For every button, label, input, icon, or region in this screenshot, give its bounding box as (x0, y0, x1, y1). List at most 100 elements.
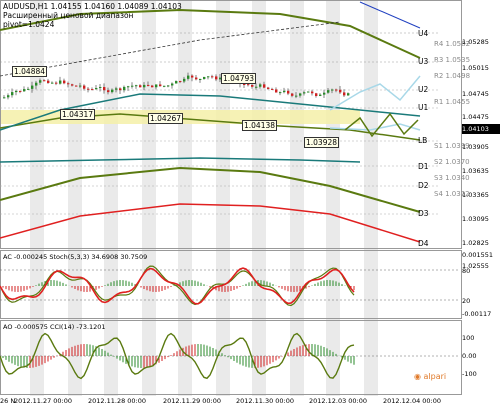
price-box-low4: 1.03928 (304, 137, 340, 148)
candle-body (43, 80, 46, 82)
candle-body (75, 85, 78, 87)
range-note: Расширенный ценовой диапазон (3, 11, 134, 20)
session-band (290, 0, 304, 396)
candle-body (315, 93, 318, 96)
candle-body (91, 89, 94, 91)
price-tick: 1.03635 (462, 167, 489, 175)
candle-body (15, 90, 18, 93)
level-U1: U1 (418, 103, 429, 112)
ao-axis-0: 0.00 (462, 352, 477, 360)
candle-body (199, 78, 202, 80)
level-S3: S3 1.0340 (434, 174, 470, 182)
price-box-low3: 1.04138 (242, 120, 278, 131)
level-LB: LB (418, 136, 428, 145)
brand-label: alpari (423, 372, 447, 381)
candle-body (55, 82, 58, 84)
candle-body (83, 85, 86, 89)
candle-body (255, 86, 258, 88)
time-tick: 26 N (0, 397, 16, 405)
candle-body (143, 84, 146, 88)
candle-body (215, 76, 218, 80)
candle-body (111, 89, 114, 93)
ac-panel-title: AC -0.000245 Stoch(5,3,3) 34.6908 30.750… (3, 253, 148, 261)
level-D3: D3 (418, 209, 429, 218)
ao-axis-100: 100 (462, 334, 475, 342)
price-tick: 1.02825 (462, 239, 489, 247)
candle-body (155, 84, 158, 88)
time-tick: 2012.11.30 00:00 (236, 397, 295, 405)
time-tick: 2012.12.03 00:00 (309, 397, 368, 405)
candle-body (103, 87, 106, 91)
time-tick: 2012.11.29 00:00 (163, 397, 222, 405)
level-S2: S2 1.0370 (434, 158, 470, 166)
ac-axis-min: -0.00117 (462, 310, 492, 318)
ac-axis-80: 80 (462, 267, 471, 275)
candle-body (195, 77, 198, 80)
candle-body (267, 87, 270, 89)
level-D1: D1 (418, 162, 429, 171)
ao-axis-minus100: -100 (462, 370, 477, 378)
candle-body (271, 88, 274, 90)
candle-body (87, 88, 90, 90)
ac-axis-max: 0.001551 (462, 251, 494, 259)
candle-body (283, 90, 286, 93)
candle-body (175, 81, 178, 84)
level-R3: R3 1.0535 (434, 56, 471, 64)
candle-body (343, 92, 346, 96)
chart-window[interactable]: AUDUSD,H1 1.04155 1.04160 1.04089 1.0410… (0, 0, 500, 408)
candle-body (263, 84, 266, 88)
alpari-icon: ◉ (414, 372, 421, 381)
candle-body (247, 84, 250, 86)
ac-axis-20: 20 (462, 297, 471, 305)
candle-body (119, 88, 122, 91)
price-tick: 1.04745 (462, 90, 489, 98)
session-band (178, 0, 192, 396)
candle-body (147, 84, 150, 86)
price-box-low2: 1.04267 (148, 113, 184, 124)
level-U2: U2 (418, 85, 429, 94)
price-tick: 1.05285 (462, 38, 489, 46)
time-tick: 2012.12.04 00:00 (383, 397, 442, 405)
session-band (252, 0, 266, 396)
candle-body (167, 85, 170, 87)
session-band (104, 0, 118, 396)
price-box-high2: 1.04793 (221, 73, 257, 84)
candle-body (331, 89, 334, 91)
trend-dashed (0, 21, 341, 77)
candle-body (183, 78, 186, 82)
candle-body (3, 97, 6, 99)
candle-body (71, 84, 74, 86)
price-tick: 1.05015 (462, 64, 489, 72)
candle-body (179, 81, 182, 83)
candle-body (203, 76, 206, 79)
level-U4: U4 (418, 29, 429, 38)
price-tick: 1.03365 (462, 191, 489, 199)
session-band (142, 0, 156, 396)
candle-body (123, 86, 126, 91)
time-tick: 2012.11.27 00:00 (14, 397, 73, 405)
candle-body (47, 80, 50, 83)
candle-body (39, 80, 42, 83)
candle-body (299, 93, 302, 96)
candle-body (51, 82, 54, 84)
candle-body (207, 76, 210, 78)
candle-body (279, 92, 282, 94)
session-band (326, 0, 340, 396)
candle-body (243, 84, 246, 86)
candle-body (347, 93, 350, 96)
candle-body (319, 94, 322, 96)
candle-body (295, 95, 298, 97)
candle-body (211, 76, 214, 78)
symbol-header: AUDUSD,H1 1.04155 1.04160 1.04089 1.0410… (3, 2, 182, 11)
level-R1: R1 1.0455 (434, 98, 471, 106)
candle-body (323, 92, 326, 95)
candle-body (287, 90, 290, 94)
candle-body (131, 85, 134, 87)
current-price-tag: 1.04103 (462, 124, 500, 134)
candle-body (307, 91, 310, 93)
candle-body (115, 88, 118, 90)
level-D4: D4 (418, 239, 429, 248)
session-band (68, 0, 82, 396)
candle-body (63, 80, 66, 84)
candle-body (163, 85, 166, 87)
